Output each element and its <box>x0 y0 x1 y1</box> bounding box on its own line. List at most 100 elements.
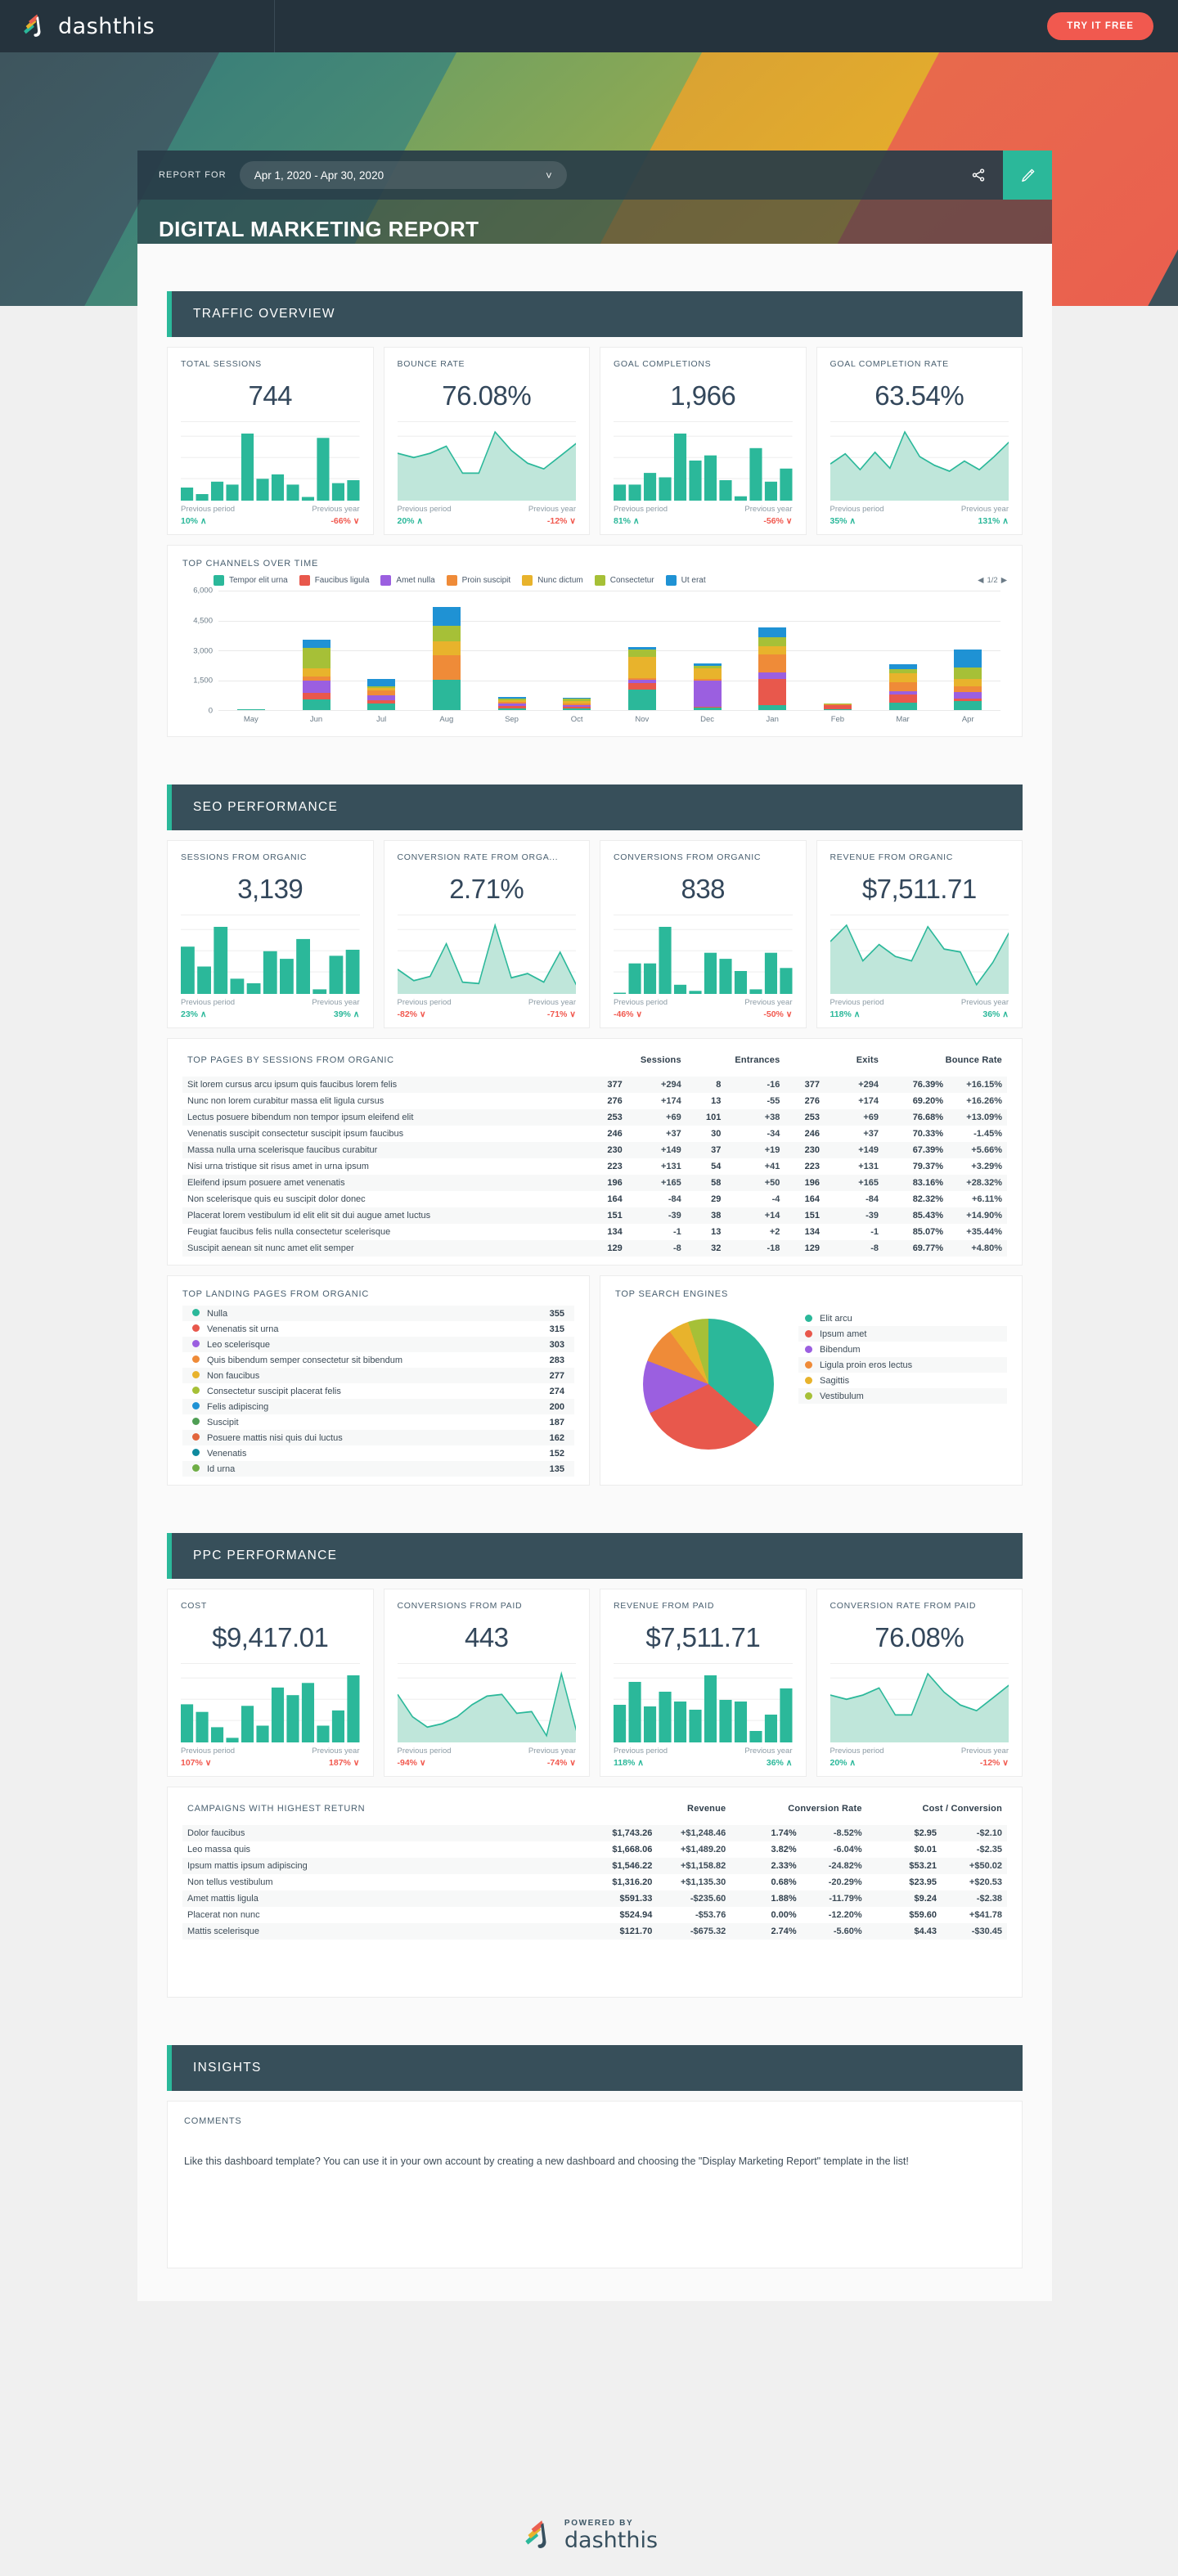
chart-column[interactable] <box>218 591 284 710</box>
kpi-deltas: -94% ∨ -74% ∨ <box>398 1758 577 1768</box>
list-item[interactable]: Nulla 355 <box>182 1306 574 1321</box>
table-row[interactable]: Placerat non nunc $524.94 -$53.76 0.00% … <box>182 1907 1007 1923</box>
panel-campaigns: CAMPAIGNS WITH HIGHEST RETURN Revenue Conv… <box>167 1787 1023 1998</box>
kpi-card[interactable]: REVENUE FROM PAID $7,511.71 Previous per… <box>600 1589 807 1777</box>
chevron-left-icon[interactable]: ◀ <box>978 576 983 585</box>
list-item[interactable]: Felis adipiscing 200 <box>182 1399 574 1414</box>
kpi-card[interactable]: TOTAL SESSIONS 744 Previous period Previ… <box>167 347 374 535</box>
sessions-delta: +69 <box>666 1113 681 1122</box>
chart-column[interactable] <box>675 591 740 710</box>
chart-column[interactable] <box>284 591 349 710</box>
legend-item[interactable]: Ut erat <box>665 575 706 586</box>
table-row[interactable]: Eleifend ipsum posuere amet venenatis 19… <box>182 1175 1007 1191</box>
pie-legend-item[interactable]: Sagittis <box>798 1373 1007 1388</box>
chart-column[interactable] <box>805 591 870 710</box>
legend-item[interactable]: Tempor elit urna <box>214 575 288 586</box>
table-row[interactable]: Suscipit aenean sit nunc amet elit sempe… <box>182 1240 1007 1257</box>
bar-segment <box>954 667 982 679</box>
list-item[interactable]: Posuere mattis nisi quis dui luctus 162 <box>182 1430 574 1445</box>
previous-period-label: Previous period <box>830 1747 884 1756</box>
table-row[interactable]: Feugiat faucibus felis nulla consectetur… <box>182 1224 1007 1240</box>
legend-swatch-icon <box>446 575 457 586</box>
legend-pager[interactable]: ◀ 1/2 ▶ <box>978 576 1007 585</box>
table-row[interactable]: Ipsum mattis ipsum adipiscing $1,546.22 … <box>182 1858 1007 1874</box>
y-axis-tick-label: 3,000 <box>193 646 213 655</box>
list-item[interactable]: Consectetur suscipit placerat felis 274 <box>182 1383 574 1399</box>
kpi-card[interactable]: CONVERSIONS FROM PAID 443 Previous perio… <box>383 1589 590 1777</box>
campaign-name: Ipsum mattis ipsum adipiscing <box>187 1861 308 1871</box>
brand-logo-link[interactable]: dashthis <box>0 0 275 52</box>
exits-delta: -39 <box>866 1211 879 1221</box>
kpi-card[interactable]: COST $9,417.01 Previous period Previous … <box>167 1589 374 1777</box>
list-item[interactable]: Leo scelerisque 303 <box>182 1337 574 1352</box>
legend-label: Ut erat <box>681 576 706 585</box>
powered-by-dashthis[interactable]: POWERED BY dashthis <box>520 2518 658 2552</box>
pie-legend-item[interactable]: Ligula proin eros lectus <box>798 1357 1007 1373</box>
kpi-card[interactable]: REVENUE FROM ORGANIC $7,511.71 Previous … <box>816 840 1023 1028</box>
chart-column[interactable] <box>609 591 675 710</box>
pie-legend-item[interactable]: Elit arcu <box>798 1310 1007 1326</box>
table-row[interactable]: Venenatis suscipit consectetur suscipit … <box>182 1126 1007 1142</box>
previous-period-delta: 118% ∧ <box>614 1758 644 1768</box>
table-row[interactable]: Amet mattis ligula $591.33 -$235.60 1.88… <box>182 1890 1007 1907</box>
try-it-free-button[interactable]: TRY IT FREE <box>1047 12 1153 40</box>
kpi-title: GOAL COMPLETION RATE <box>830 359 949 369</box>
cost-per-conversion-value: $0.01 <box>914 1845 937 1854</box>
table-row[interactable]: Dolor faucibus $1,743.26 +$1,248.46 1.74… <box>182 1825 1007 1841</box>
chart-column[interactable] <box>544 591 609 710</box>
section-header-traffic: TRAFFIC OVERVIEW <box>167 291 1023 337</box>
table-row[interactable]: Nunc non lorem curabitur massa elit ligu… <box>182 1093 1007 1109</box>
list-item[interactable]: Suscipit 187 <box>182 1414 574 1430</box>
chart-column[interactable] <box>935 591 1000 710</box>
pie-legend-item[interactable]: Bibendum <box>798 1342 1007 1357</box>
kpi-card[interactable]: GOAL COMPLETIONS 1,966 Previous period P… <box>600 347 807 535</box>
kpi-card[interactable]: CONVERSION RATE FROM PAID 76.08% Previou… <box>816 1589 1023 1777</box>
date-range-select[interactable]: Apr 1, 2020 - Apr 30, 2020 ˅ <box>239 161 567 189</box>
share-button[interactable] <box>954 151 1003 200</box>
chart-column[interactable] <box>479 591 545 710</box>
table-row[interactable]: Leo massa quis $1,668.06 +$1,489.20 3.82… <box>182 1841 1007 1858</box>
kpi-card[interactable]: CONVERSION RATE FROM ORGA... 2.71% Previ… <box>383 840 590 1028</box>
kpi-card[interactable]: GOAL COMPLETION RATE 63.54% Previous per… <box>816 347 1023 535</box>
legend-item[interactable]: Consectetur <box>594 575 654 586</box>
section-traffic-overview: TRAFFIC OVERVIEW TOTAL SESSIONS 744 Prev… <box>167 291 1023 737</box>
legend-item[interactable]: Proin suscipit <box>446 575 510 586</box>
legend-item[interactable]: Amet nulla <box>380 575 435 586</box>
bounce-rate-value: 82.32% <box>912 1194 943 1204</box>
exits-value: 230 <box>804 1145 821 1155</box>
table-row[interactable]: Lectus posuere bibendum non tempor ipsum… <box>182 1109 1007 1126</box>
list-item[interactable]: Non faucibus 277 <box>182 1368 574 1383</box>
legend-item[interactable]: Faucibus ligula <box>299 575 369 586</box>
list-item[interactable]: Id urna 135 <box>182 1461 574 1477</box>
section-header-ppc: PPC PERFORMANCE <box>167 1533 1023 1579</box>
chart-column[interactable] <box>348 591 414 710</box>
list-item[interactable]: Quis bibendum semper consectetur sit bib… <box>182 1352 574 1368</box>
chart-column[interactable] <box>414 591 479 710</box>
pie-legend-item[interactable]: Ipsum amet <box>798 1326 1007 1342</box>
legend-item[interactable]: Nunc dictum <box>522 575 583 586</box>
color-dot-icon <box>805 1330 812 1337</box>
chart-column[interactable] <box>870 591 936 710</box>
landing-page-value: 135 <box>549 1463 564 1474</box>
table-row[interactable]: Nisi urna tristique sit risus amet in ur… <box>182 1158 1007 1175</box>
table-row[interactable]: Sit lorem cursus arcu ipsum quis faucibu… <box>182 1077 1007 1093</box>
pie-legend-item[interactable]: Vestibulum <box>798 1388 1007 1404</box>
kpi-title: CONVERSIONS FROM ORGANIC <box>614 852 762 862</box>
list-item[interactable]: Venenatis sit urna 315 <box>182 1321 574 1337</box>
chevron-right-icon[interactable]: ▶ <box>1001 576 1007 585</box>
page-title: DIGITAL MARKETING REPORT <box>159 216 479 241</box>
kpi-sparkline <box>397 421 576 501</box>
list-item[interactable]: Venenatis 152 <box>182 1445 574 1461</box>
previous-period-label: Previous period <box>181 505 236 514</box>
legend-label: Nunc dictum <box>537 576 583 585</box>
edit-button[interactable] <box>1003 151 1052 200</box>
kpi-card[interactable]: CONVERSIONS FROM ORGANIC 838 Previous pe… <box>600 840 807 1028</box>
table-row[interactable]: Placerat lorem vestibulum id elit elit s… <box>182 1207 1007 1224</box>
chart-column[interactable] <box>740 591 805 710</box>
table-row[interactable]: Massa nulla urna scelerisque faucibus cu… <box>182 1142 1007 1158</box>
table-row[interactable]: Mattis scelerisque $121.70 -$675.32 2.74… <box>182 1923 1007 1940</box>
kpi-card[interactable]: SESSIONS FROM ORGANIC 3,139 Previous per… <box>167 840 374 1028</box>
table-row[interactable]: Non scelerisque quis eu suscipit dolor d… <box>182 1191 1007 1207</box>
table-row[interactable]: Non tellus vestibulum $1,316.20 +$1,135.… <box>182 1874 1007 1890</box>
kpi-card[interactable]: BOUNCE RATE 76.08% Previous period Previ… <box>383 347 590 535</box>
